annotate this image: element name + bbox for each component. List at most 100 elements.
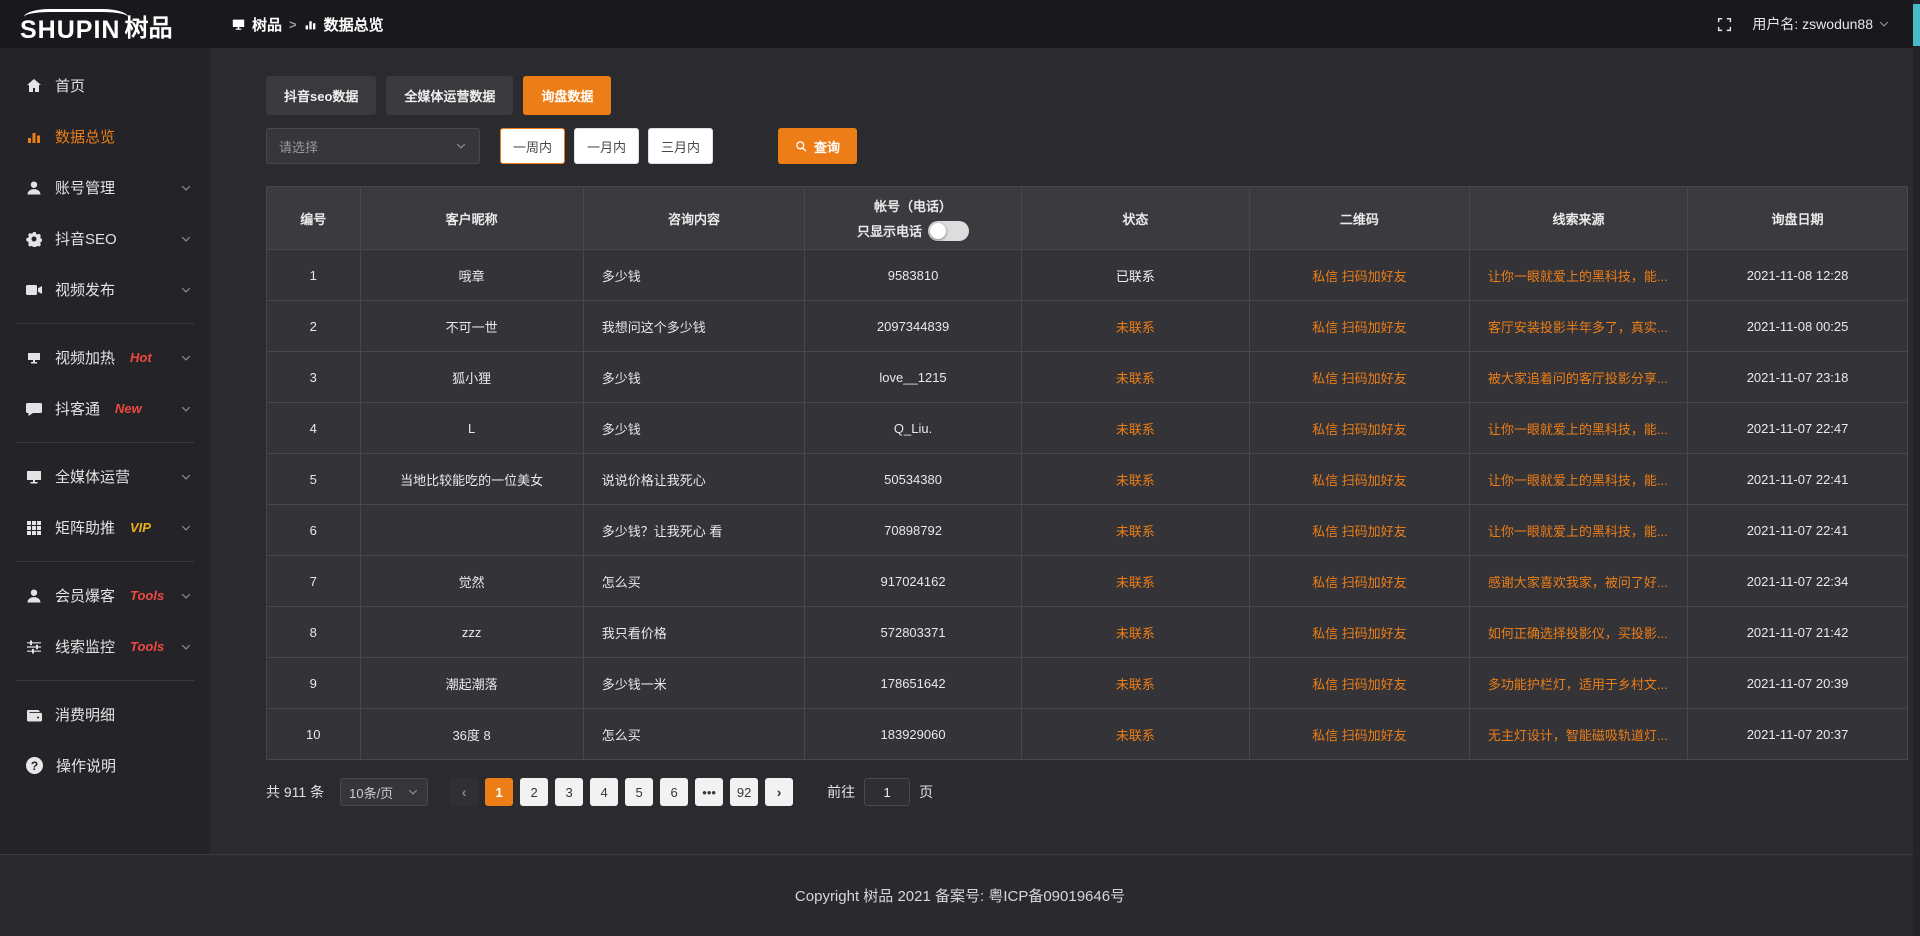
qr-links[interactable]: 私信 扫码加好友 [1312, 677, 1407, 692]
content-panel: 抖音seo数据 全媒体运营数据 询盘数据 请选择 一周内 一月内 三月内 查询 [210, 48, 1920, 854]
cell-date: 2021-11-07 22:47 [1747, 421, 1849, 436]
cell-account: 50534380 [884, 472, 942, 487]
goto-unit: 页 [919, 782, 933, 802]
sidebar-item-video-heat[interactable]: 视频加热 Hot [0, 332, 210, 383]
cell-account: 2097344839 [877, 319, 949, 334]
top-bar: SHUPIN 树品 树品 > 数据总览 用户名: zswodun88 [0, 0, 1920, 48]
source-link[interactable]: 客厅安装投影半年多了，真实... [1488, 320, 1668, 335]
pager-more-button[interactable]: ••• [695, 778, 723, 806]
next-page-button[interactable]: › [765, 778, 793, 806]
source-link[interactable]: 无主灯设计，智能磁吸轨道灯... [1488, 728, 1668, 743]
filter-select[interactable]: 请选择 [266, 128, 480, 164]
page-size-select[interactable]: 10条/页 [340, 778, 428, 806]
sidebar-item-data-overview[interactable]: 数据总览 [0, 111, 210, 162]
sidebar-item-help[interactable]: ? 操作说明 [0, 740, 210, 791]
chevron-down-icon [180, 590, 192, 602]
pager: ‹ 123456•••92 › [450, 778, 793, 806]
table-cell: 8 [267, 607, 361, 658]
source-link[interactable]: 如何正确选择投影仪，买投影... [1488, 626, 1668, 641]
scrollbar-thumb[interactable] [1913, 4, 1920, 46]
source-link[interactable]: 被大家追着问的客厅投影分享... [1488, 371, 1668, 386]
sidebar-item-label: 抖客通 [55, 398, 100, 419]
table-cell: 狐小狸 [360, 352, 583, 403]
sidebar-item-lead-monitor[interactable]: 线索监控 Tools [0, 621, 210, 672]
page-button-2[interactable]: 2 [520, 778, 548, 806]
table-cell: 未联系 [1021, 505, 1249, 556]
qr-links[interactable]: 私信 扫码加好友 [1312, 575, 1407, 590]
sidebar-item-label: 视频发布 [55, 279, 115, 300]
sidebar-divider [16, 323, 194, 324]
inquiry-table: 编号 客户昵称 咨询内容 帐号（电话） 只显示电话 [266, 186, 1908, 760]
page-button-92[interactable]: 92 [730, 778, 758, 806]
status-text: 未联系 [1116, 524, 1155, 539]
tab-omnimedia-data[interactable]: 全媒体运营数据 [386, 76, 513, 115]
sidebar-item-omnimedia[interactable]: 全媒体运营 [0, 451, 210, 502]
table-row: 9潮起潮落多少钱一米178651642未联系私信 扫码加好友多功能护栏灯，适用于… [267, 658, 1908, 709]
sidebar-item-account-mgmt[interactable]: 账号管理 [0, 162, 210, 213]
source-link[interactable]: 多功能护栏灯，适用于乡村文... [1488, 677, 1668, 692]
sidebar-item-doukerton[interactable]: 抖客通 New [0, 383, 210, 434]
qr-links[interactable]: 私信 扫码加好友 [1312, 524, 1407, 539]
sidebar-item-home[interactable]: 首页 [0, 60, 210, 111]
table-row: 5当地比较能吃的一位美女说说价格让我死心50534380未联系私信 扫码加好友让… [267, 454, 1908, 505]
source-link[interactable]: 让你一眼就爱上的黑科技，能... [1488, 269, 1668, 284]
table-row: 4L多少钱Q_Liu.未联系私信 扫码加好友让你一眼就爱上的黑科技，能...20… [267, 403, 1908, 454]
period-month-button[interactable]: 一月内 [574, 128, 639, 164]
cell-content: 说说价格让我死心 [602, 473, 706, 488]
goto-page-input[interactable] [864, 778, 910, 806]
table-cell: 私信 扫码加好友 [1249, 352, 1469, 403]
source-link[interactable]: 让你一眼就爱上的黑科技，能... [1488, 473, 1668, 488]
table-cell: 觉然 [360, 556, 583, 607]
source-link[interactable]: 让你一眼就爱上的黑科技，能... [1488, 524, 1668, 539]
qr-links[interactable]: 私信 扫码加好友 [1312, 371, 1407, 386]
col-status: 状态 [1021, 187, 1249, 250]
sidebar-item-label: 操作说明 [56, 755, 116, 776]
sidebar-item-douyin-seo[interactable]: 抖音SEO [0, 213, 210, 264]
page-button-6[interactable]: 6 [660, 778, 688, 806]
tab-inquiry-data[interactable]: 询盘数据 [523, 76, 611, 115]
sidebar-item-matrix-boost[interactable]: 矩阵助推 VIP [0, 502, 210, 553]
source-link[interactable]: 让你一眼就爱上的黑科技，能... [1488, 422, 1668, 437]
page-button-1[interactable]: 1 [485, 778, 513, 806]
page-button-4[interactable]: 4 [590, 778, 618, 806]
page-button-5[interactable]: 5 [625, 778, 653, 806]
table-cell: 7 [267, 556, 361, 607]
table-cell: 私信 扫码加好友 [1249, 709, 1469, 760]
period-quarter-button[interactable]: 三月内 [648, 128, 713, 164]
user-menu[interactable]: 用户名: zswodun88 [1752, 14, 1890, 34]
page-button-3[interactable]: 3 [555, 778, 583, 806]
phone-only-toggle[interactable] [928, 221, 969, 241]
table-cell: 4 [267, 403, 361, 454]
table-cell: 未联系 [1021, 709, 1249, 760]
source-link[interactable]: 感谢大家喜欢我家，被问了好... [1488, 575, 1668, 590]
page-scrollbar[interactable] [1913, 0, 1920, 936]
table-cell: 私信 扫码加好友 [1249, 250, 1469, 301]
cell-date: 2021-11-07 22:34 [1747, 574, 1849, 589]
cell-serial: 8 [310, 625, 317, 640]
new-badge: New [115, 401, 142, 416]
table-cell: 2021-11-07 22:34 [1688, 556, 1908, 607]
query-button[interactable]: 查询 [778, 128, 857, 164]
qr-links[interactable]: 私信 扫码加好友 [1312, 320, 1407, 335]
table-cell: Q_Liu. [805, 403, 1022, 454]
user-icon [26, 180, 42, 196]
qr-links[interactable]: 私信 扫码加好友 [1312, 728, 1407, 743]
sidebar-item-video-publish[interactable]: 视频发布 [0, 264, 210, 315]
fullscreen-icon[interactable] [1717, 17, 1732, 32]
chevron-down-icon [180, 284, 192, 296]
query-button-label: 查询 [814, 137, 840, 156]
qr-links[interactable]: 私信 扫码加好友 [1312, 422, 1407, 437]
table-cell: 未联系 [1021, 301, 1249, 352]
table-cell: 让你一眼就爱上的黑科技，能... [1469, 454, 1687, 505]
sidebar-item-member-burst[interactable]: 会员爆客 Tools [0, 570, 210, 621]
prev-page-button[interactable]: ‹ [450, 778, 478, 806]
period-week-button[interactable]: 一周内 [500, 128, 565, 164]
qr-links[interactable]: 私信 扫码加好友 [1312, 473, 1407, 488]
sidebar-divider [16, 680, 194, 681]
sidebar-item-spend-detail[interactable]: 消费明细 [0, 689, 210, 740]
tab-douyin-seo-data[interactable]: 抖音seo数据 [266, 76, 376, 115]
breadcrumb-root[interactable]: 树品 [252, 14, 282, 35]
table-cell: 3 [267, 352, 361, 403]
qr-links[interactable]: 私信 扫码加好友 [1312, 626, 1407, 641]
qr-links[interactable]: 私信 扫码加好友 [1312, 269, 1407, 284]
